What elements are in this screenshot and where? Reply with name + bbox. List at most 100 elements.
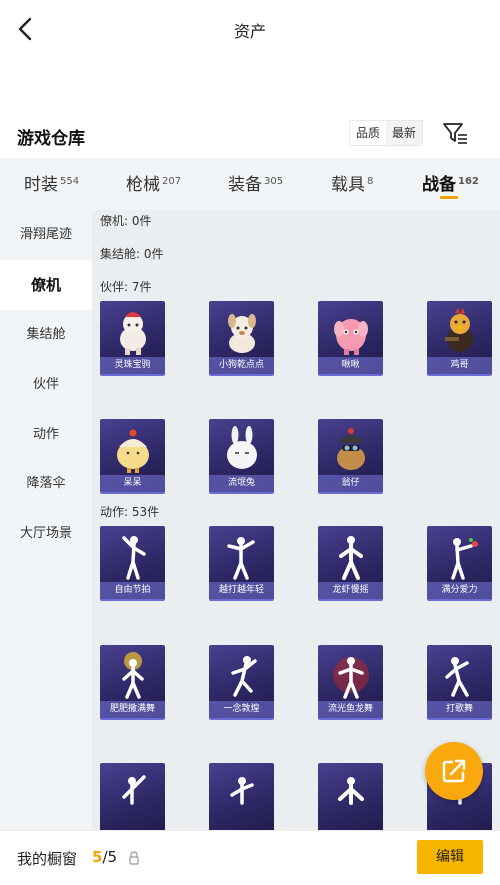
item-name: 打歌舞: [427, 701, 492, 718]
sort-quality-option[interactable]: 品质: [350, 121, 387, 145]
dancer-figure: [332, 657, 369, 699]
group-label-wingman: 僚机: 0件: [100, 214, 152, 228]
dancer-figure: [338, 536, 363, 580]
tab-equipment[interactable]: 装备 305: [228, 170, 283, 195]
sidebar-item-glide-trail[interactable]: 滑翔尾迹: [0, 210, 92, 260]
rabbit-figure: [226, 426, 257, 469]
section-header: 游戏仓库 品质 最新: [0, 116, 500, 152]
lock-icon: [129, 851, 139, 865]
item-name: 流光鱼龙舞: [318, 701, 383, 718]
share-icon: [442, 759, 466, 783]
active-tab-indicator: [440, 196, 458, 199]
emote-card[interactable]: 满分爱力: [427, 526, 492, 601]
tab-count: 554: [60, 176, 80, 187]
top-bar: 资产: [0, 0, 500, 60]
pony-figure: [119, 312, 146, 355]
assets-page: 资产 游戏仓库 品质 最新 时装 554 枪械 207 装备 305 载具 8 战备 16…: [0, 0, 500, 885]
emote-card[interactable]: 打歌舞: [427, 645, 492, 720]
emote-card[interactable]: 越打越年轻: [209, 526, 274, 601]
tab-count: 305: [264, 176, 284, 187]
chick-figure: [116, 429, 149, 473]
sort-latest-option[interactable]: 最新: [386, 121, 422, 145]
tab-label: 枪械: [126, 175, 160, 195]
pink-creature-figure: [333, 319, 368, 355]
tab-label: 装备: [228, 175, 262, 195]
tab-fashion[interactable]: 时装 554: [24, 170, 79, 195]
partner-card[interactable]: 翁仔: [318, 419, 383, 494]
item-name: 翁仔: [318, 475, 383, 492]
showcase-current: 5: [92, 848, 103, 866]
filter-button[interactable]: [442, 121, 470, 145]
tab-label: 时装: [24, 175, 58, 195]
showcase-total: /5: [102, 848, 118, 866]
emote-card[interactable]: 流光鱼龙舞: [318, 645, 383, 720]
partner-card[interactable]: 呆呆: [100, 419, 165, 494]
item-name: 小狗乾点点: [209, 357, 274, 374]
partner-card[interactable]: 小狗乾点点: [209, 301, 274, 376]
tab-label: 战备: [422, 175, 456, 195]
tab-label: 载具: [331, 175, 365, 195]
section-title: 游戏仓库: [17, 129, 85, 149]
dancer-figure: [337, 777, 364, 805]
item-name: 流氓兔: [209, 475, 274, 492]
share-button[interactable]: [425, 742, 483, 800]
dancer-figure: [121, 536, 146, 580]
dancer-figure: [230, 656, 257, 697]
edit-button[interactable]: 编辑: [417, 840, 483, 874]
tab-count: 207: [162, 176, 182, 187]
item-name: 自由节拍: [100, 582, 165, 599]
mole-figure: [336, 428, 365, 470]
group-label-rally-pod: 集结舱: 0件: [100, 247, 164, 261]
showcase-count: 5/5: [92, 848, 117, 866]
tab-count: 8: [367, 176, 374, 187]
sort-toggle: 品质 最新: [349, 120, 424, 146]
item-name: 呆呆: [100, 475, 165, 492]
item-name: 龙虾慢摇: [318, 582, 383, 599]
group-label-emote: 动作: 53件: [100, 505, 160, 519]
puppy-figure: [227, 314, 256, 353]
partner-card[interactable]: 鸡哥: [427, 301, 492, 376]
filter-icon: [443, 123, 467, 144]
emote-card[interactable]: [318, 763, 383, 830]
showcase-label: 我的橱窗: [17, 850, 78, 868]
tab-battle-gear[interactable]: 战备 162: [422, 170, 479, 195]
chicken-figure: [444, 308, 473, 352]
sidebar-item-partner[interactable]: 伙伴: [0, 360, 92, 410]
tab-vehicles[interactable]: 载具 8: [331, 170, 373, 195]
bottom-bar: 我的橱窗 5/5 编辑: [0, 830, 500, 885]
emote-card[interactable]: 一念敦煌: [209, 645, 274, 720]
emote-card[interactable]: 肥肥撒满舞: [100, 645, 165, 720]
tab-count: 162: [458, 176, 479, 187]
dancer-figure: [444, 657, 469, 697]
tab-weapons[interactable]: 枪械 207: [126, 170, 181, 195]
item-name: 满分爱力: [427, 582, 492, 599]
sidebar-item-rally-pod[interactable]: 集结舱: [0, 310, 92, 360]
item-grid-area: 僚机: 0件 集结舱: 0件 伙伴: 7件 灵珠宝驹 小狗乾点点 啾啾 鸡哥 呆…: [92, 210, 500, 830]
sidebar-item-lobby-scene[interactable]: 大厅场景: [0, 509, 92, 559]
sidebar-item-parachute[interactable]: 降落伞: [0, 459, 92, 509]
dancer-figure: [121, 775, 146, 805]
dancer-figure: [450, 538, 478, 580]
item-name: 一念敦煌: [209, 701, 274, 718]
sidebar-item-wingman[interactable]: 僚机: [0, 260, 92, 310]
emote-card[interactable]: 龙虾慢摇: [318, 526, 383, 601]
item-name: 越打越年轻: [209, 582, 274, 599]
item-name: 啾啾: [318, 357, 383, 374]
dancer-figure: [226, 537, 255, 580]
partner-card[interactable]: 流氓兔: [209, 419, 274, 494]
sidebar: 滑翔尾迹 僚机 集结舱 伙伴 动作 降落伞 大厅场景: [0, 210, 92, 830]
category-tabs: 时装 554 枪械 207 装备 305 载具 8 战备 162: [0, 158, 500, 210]
page-title: 资产: [233, 22, 266, 41]
group-label-partner: 伙伴: 7件: [100, 280, 152, 294]
emote-card[interactable]: [209, 763, 274, 830]
item-name: 灵珠宝驹: [100, 357, 165, 374]
item-name: 鸡哥: [427, 357, 492, 374]
emote-card[interactable]: [100, 763, 165, 830]
sidebar-item-emote[interactable]: 动作: [0, 410, 92, 460]
item-name: 肥肥撒满舞: [100, 701, 165, 718]
dancer-figure: [229, 777, 254, 805]
dancer-figure: [121, 652, 144, 699]
emote-card[interactable]: 自由节拍: [100, 526, 165, 601]
partner-card[interactable]: 灵珠宝驹: [100, 301, 165, 376]
partner-card[interactable]: 啾啾: [318, 301, 383, 376]
